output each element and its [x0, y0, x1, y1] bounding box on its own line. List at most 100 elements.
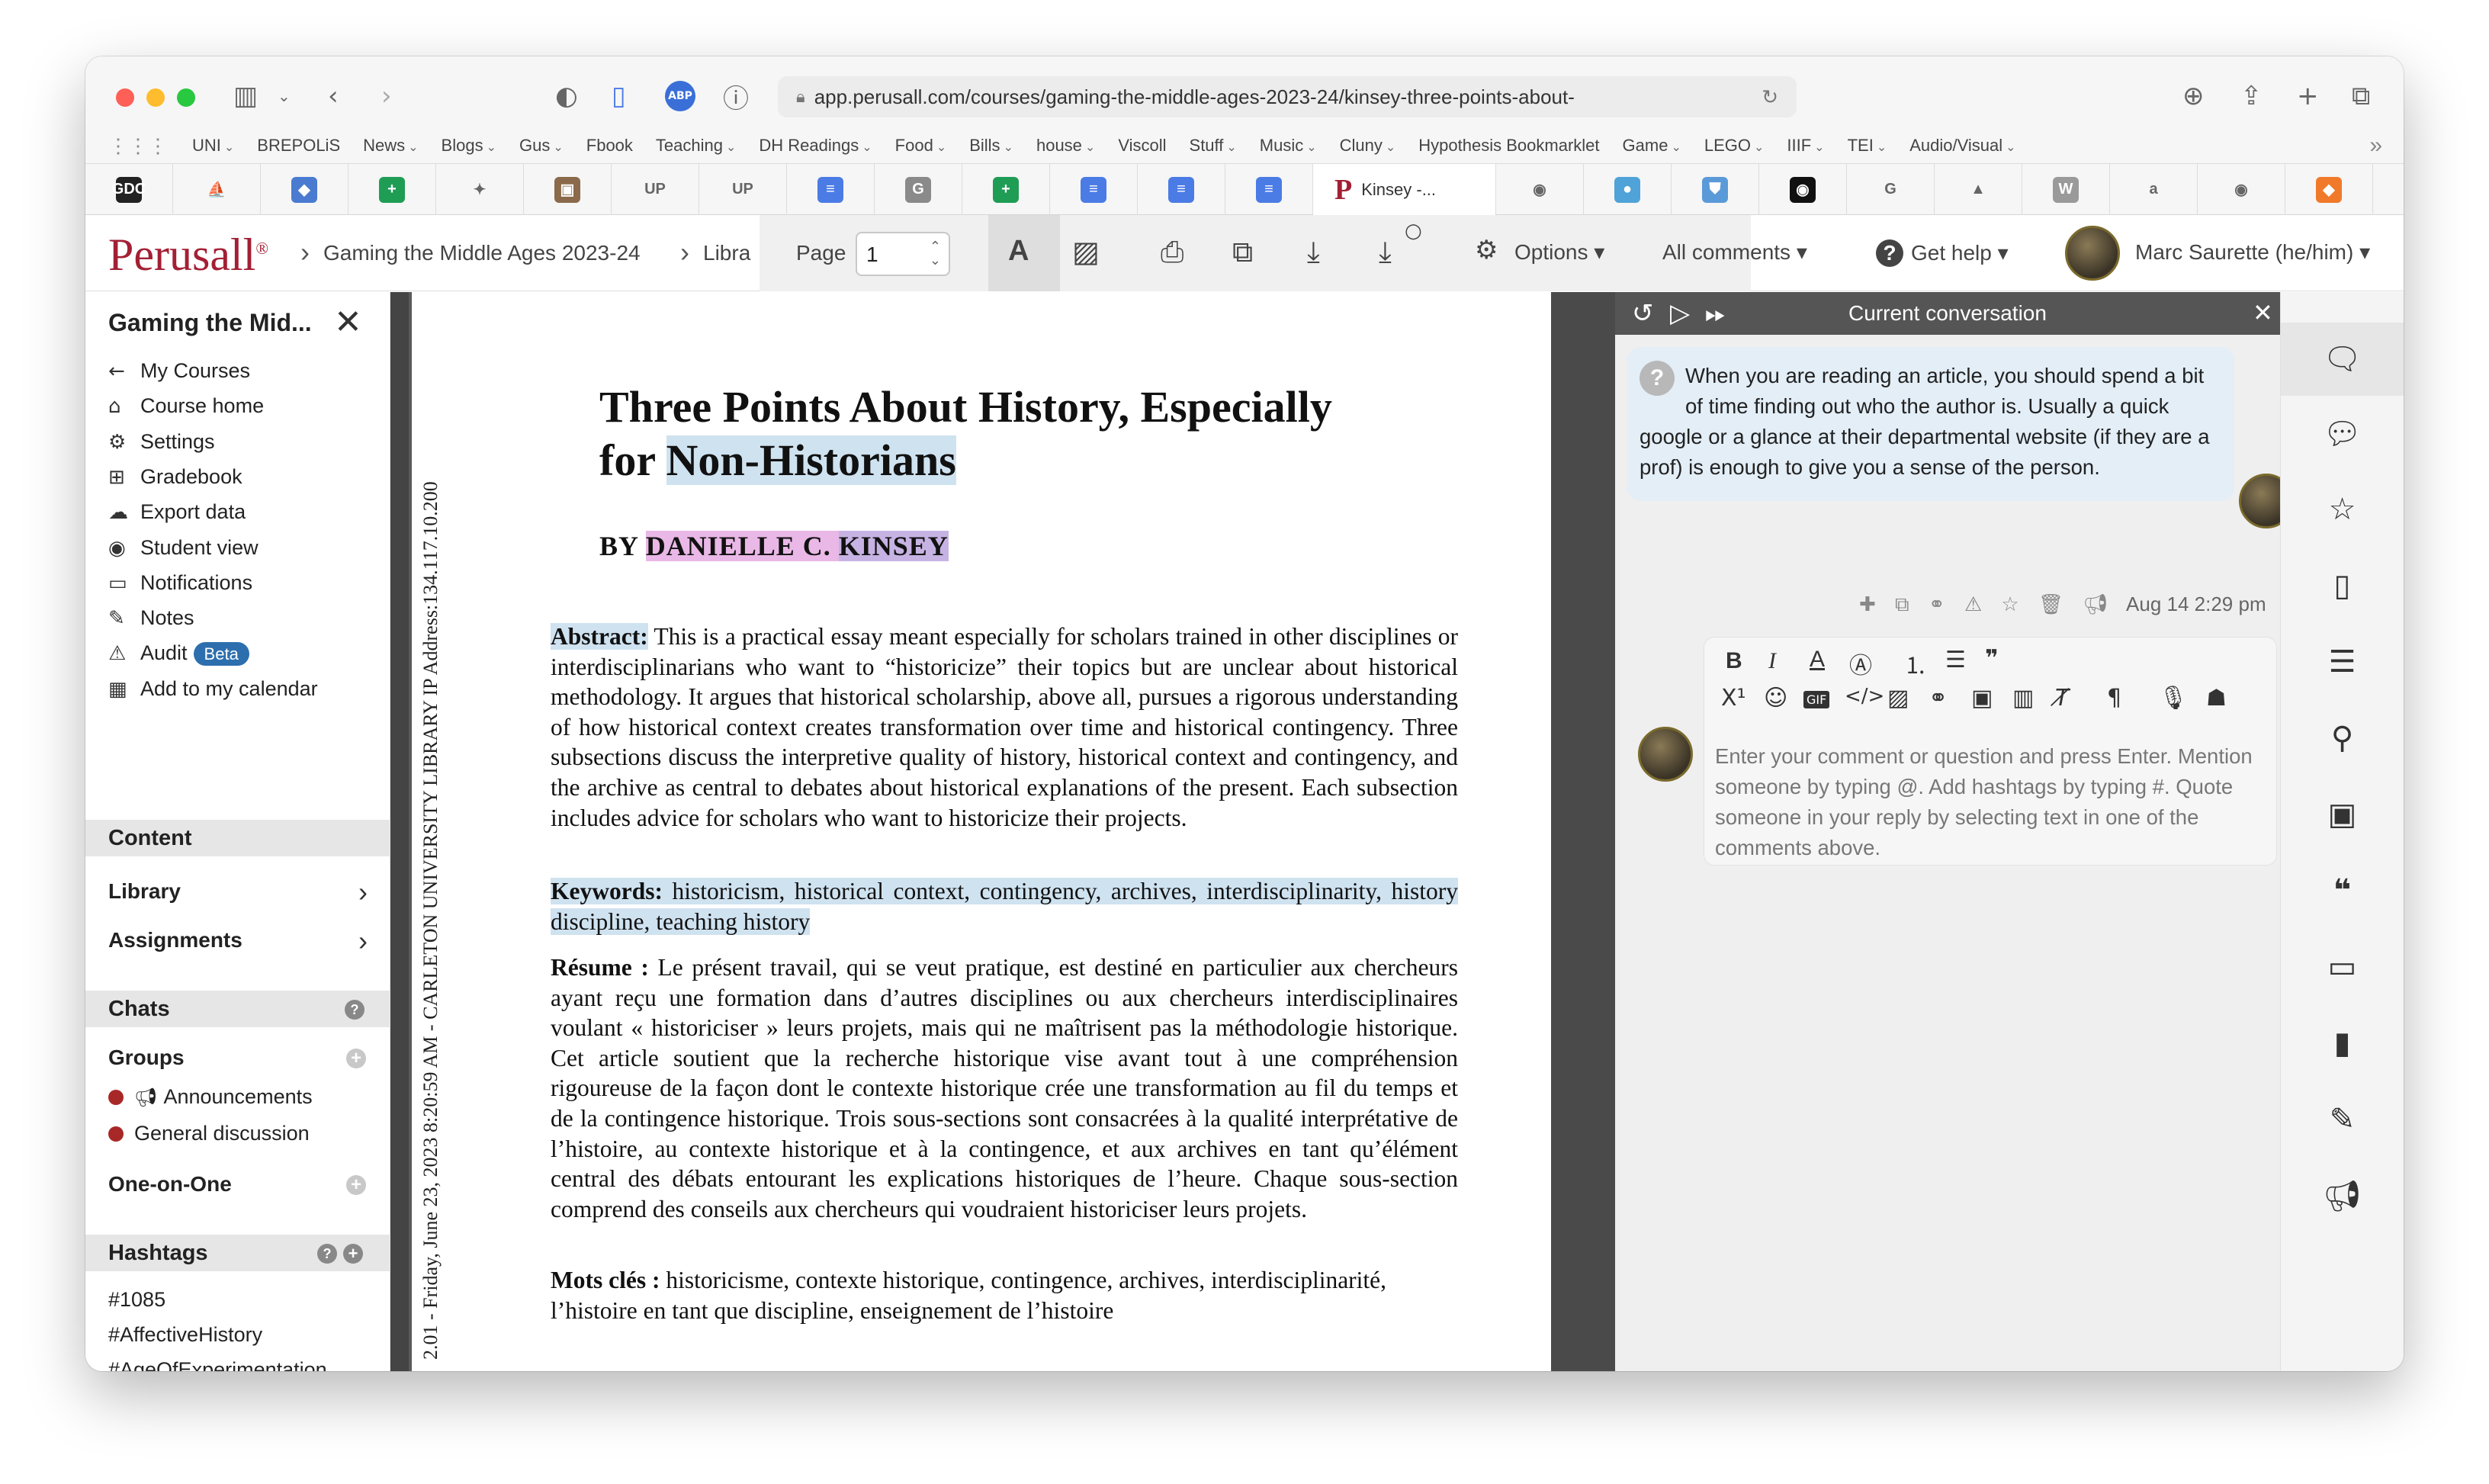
list-icon[interactable]: ☰ — [2281, 644, 2404, 679]
browser-tab[interactable]: ◆ — [261, 164, 348, 215]
sidebar-link[interactable]: ☁ Export data — [108, 500, 246, 524]
sidebar-link[interactable]: ⊞ Gradebook — [108, 465, 242, 489]
bookmark-item[interactable]: Audio/Visual ⌄ — [1909, 136, 2015, 156]
browser-tab[interactable]: + — [962, 164, 1050, 215]
link-icon[interactable]: ⚭ — [1929, 593, 1945, 616]
privacy-shield-icon[interactable]: ◐ — [555, 78, 578, 114]
highlighted-annotation[interactable]: Abstract: — [551, 623, 648, 650]
megaphone-icon[interactable]: 📢︎ — [2083, 593, 2108, 616]
flag-icon[interactable]: ⚠ — [1964, 593, 1982, 616]
bookmark-item[interactable]: IIIF ⌄ — [1787, 136, 1824, 156]
article-title[interactable]: Three Points About History, Especially f… — [599, 381, 1332, 487]
sidebar-link[interactable]: ⚠ Audit Beta — [108, 641, 249, 667]
browser-tab[interactable]: ◉ — [2198, 164, 2285, 215]
keywords-paragraph[interactable]: Keywords: historicism, historical contex… — [551, 876, 1458, 936]
help-menu[interactable]: ? Get help ▾ — [1876, 239, 2009, 267]
quotes-icon[interactable]: ❝ — [2281, 873, 2404, 908]
paragraph-direction-icon[interactable]: ¶ — [2107, 685, 2121, 711]
microphone-icon[interactable]: 🎙︎ — [2159, 685, 2188, 711]
highlighted-annotation[interactable]: DANIELLE C. — [645, 531, 839, 561]
italic-icon[interactable]: I — [1768, 648, 1776, 674]
close-window-button[interactable] — [116, 88, 134, 107]
browser-tab[interactable]: W — [2022, 164, 2110, 215]
print-icon[interactable]: ⎙ — [1161, 235, 1183, 269]
bookmark-icon[interactable]: ▮ — [2281, 1026, 2404, 1061]
comment-bubble[interactable]: ? When you are reading an article, you s… — [1627, 347, 2234, 501]
bold-icon[interactable]: B — [1726, 648, 1742, 674]
profile-card-icon[interactable]: ▣ — [2281, 797, 2404, 832]
minimize-window-button[interactable] — [146, 88, 165, 107]
highlighted-annotation[interactable]: KINSEY — [838, 531, 949, 561]
browser-tab[interactable]: ◆ — [2285, 164, 2373, 215]
user-menu[interactable]: Marc Saurette (he/him) ▾ — [2135, 239, 2370, 265]
pencil-icon[interactable]: ✎ — [2281, 1102, 2404, 1137]
comments-filter-menu[interactable]: All comments ▾ — [1662, 239, 1807, 265]
sidebar-toggle-icon[interactable]: ▥ — [233, 78, 258, 114]
copy-icon[interactable]: ⧉ — [1232, 235, 1253, 269]
video-icon[interactable]: ▣ — [1971, 685, 1993, 711]
browser-tab[interactable]: ⛵ — [173, 164, 261, 215]
browser-tab[interactable]: G — [875, 164, 962, 215]
copy-icon[interactable]: ⧉ — [1895, 593, 1909, 616]
browser-tab[interactable]: UP — [612, 164, 699, 215]
chart-icon[interactable]: ▥ — [2012, 685, 2034, 711]
adblock-icon[interactable]: ABP — [665, 78, 695, 114]
page-number-input[interactable]: 1 ⌃ ⌄ — [856, 232, 950, 276]
bookmark-item[interactable]: LEGO ⌄ — [1704, 136, 1765, 156]
browser-tab[interactable]: ≡ — [1225, 164, 1313, 215]
help-icon[interactable]: ? — [317, 1244, 337, 1264]
perusall-logo[interactable]: Perusall® — [108, 229, 268, 281]
image-mode-icon[interactable]: ▨ — [1072, 235, 1100, 268]
tab-overview-icon[interactable]: ⧉ — [2352, 78, 2370, 114]
bookmark-item[interactable]: TEI ⌄ — [1848, 136, 1887, 156]
bookmark-item[interactable]: DH Readings ⌄ — [759, 136, 872, 156]
highlight-icon[interactable]: Ⓐ — [1849, 647, 1872, 680]
browser-tab[interactable]: GDC — [85, 164, 173, 215]
bookmark-item[interactable]: Music ⌄ — [1260, 136, 1317, 156]
forward-icon[interactable]: › — [381, 78, 392, 114]
help-icon[interactable]: ? — [345, 1000, 365, 1020]
options-menu[interactable]: Options ▾ — [1514, 239, 1604, 265]
browser-tab-active[interactable]: P Kinsey -... — [1313, 164, 1496, 215]
text-mode-icon[interactable]: A — [1008, 235, 1029, 268]
bullet-list-icon[interactable]: ☰ — [1945, 647, 1966, 673]
highlighted-annotation[interactable]: Keywords: historicism, historical contex… — [551, 878, 1458, 935]
abstract-paragraph[interactable]: Abstract: This is a practical essay mean… — [551, 622, 1458, 833]
browser-tab[interactable]: + — [348, 164, 436, 215]
trash-icon[interactable]: 🗑︎ — [2038, 593, 2063, 616]
chevron-down-icon[interactable]: ⌄ — [278, 78, 291, 114]
star-icon[interactable]: ☆ — [2001, 593, 2018, 616]
browser-tab[interactable]: ≡ — [787, 164, 875, 215]
bookmark-item[interactable]: Food ⌄ — [895, 136, 947, 156]
close-icon[interactable]: ✕ — [2253, 298, 2273, 327]
back-icon[interactable]: ‹ — [328, 78, 339, 114]
sidebar-link[interactable]: ⌂ Course home — [108, 394, 264, 418]
assignments-row[interactable]: Assignments › — [108, 925, 368, 956]
page-stepper-icon[interactable]: ⌃ ⌄ — [930, 239, 941, 267]
puzzle-icon[interactable]: ✚ — [1859, 593, 1876, 616]
bookmark-item[interactable]: Viscoll — [1118, 136, 1166, 156]
share-icon[interactable]: ⇪ — [2240, 78, 2263, 114]
group-item-announcements[interactable]: 📢︎ Announcements — [108, 1085, 313, 1109]
reload-icon[interactable]: ↻ — [1762, 85, 1778, 109]
browser-tab[interactable]: ✦ — [436, 164, 524, 215]
inbox-icon[interactable]: ▭ — [2281, 949, 2404, 985]
link-icon[interactable]: ⚭ — [1929, 685, 1948, 711]
sidebar-link[interactable]: ← My Courses — [108, 359, 250, 383]
bookmark-item[interactable]: Fbook — [586, 136, 633, 156]
address-bar[interactable]: 🔒︎ app.perusall.com/courses/gaming-the-m… — [778, 76, 1797, 117]
reply-editor[interactable]: B I A Ⓐ ⒈ ☰ ❞ X¹ ☺ GIF </> ▨ ⚭ ▣ ▥ T̸ ¶ … — [1704, 637, 2277, 866]
bookmark-item[interactable]: Cluny ⌄ — [1340, 136, 1396, 156]
bookmark-item[interactable]: News ⌄ — [363, 136, 418, 156]
browser-tab[interactable]: a — [2110, 164, 2198, 215]
browser-tab[interactable]: ▣ — [524, 164, 612, 215]
anonymous-icon[interactable]: ☗ — [2206, 685, 2227, 711]
sidebar-link[interactable]: ⚙ Settings — [108, 430, 215, 454]
user-avatar[interactable] — [2065, 226, 2120, 281]
new-tab-icon[interactable]: + — [2297, 78, 2319, 114]
emoji-icon[interactable]: ☺ — [1764, 685, 1787, 711]
browser-tab[interactable]: UP — [699, 164, 787, 215]
browser-tab[interactable]: ● — [1584, 164, 1672, 215]
add-hashtag-icon[interactable]: + — [343, 1244, 363, 1264]
browser-tab[interactable]: ◉ — [1496, 164, 1584, 215]
